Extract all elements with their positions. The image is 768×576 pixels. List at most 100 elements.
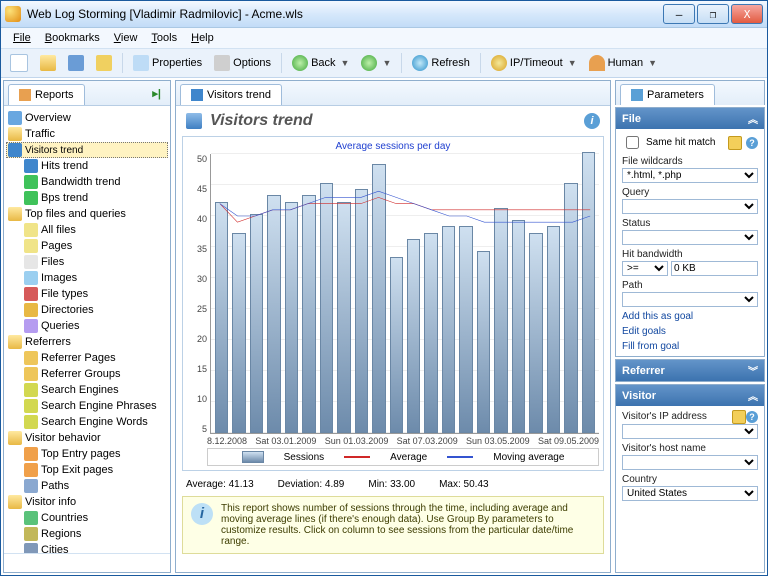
tree-item[interactable]: Paths (6, 478, 168, 494)
new-button[interactable] (5, 51, 33, 75)
help-icon[interactable]: ? (746, 411, 758, 423)
wildcards-select[interactable]: *.html, *.php (622, 168, 758, 183)
tree-item[interactable]: Images (6, 270, 168, 286)
parameters-tab[interactable]: Parameters (620, 84, 715, 105)
chart-bar[interactable] (337, 202, 350, 433)
visitor-panel-header[interactable]: Visitor︽ (616, 385, 764, 406)
chart-bar[interactable] (250, 214, 263, 433)
chart-bar[interactable] (215, 202, 228, 433)
chart-bar[interactable] (512, 220, 525, 433)
menu-view[interactable]: View (108, 30, 144, 46)
tree-item[interactable]: Top Entry pages (6, 446, 168, 462)
edit-goals-link[interactable]: Edit goals (622, 326, 758, 337)
chart-bar[interactable] (302, 195, 315, 433)
tree-item[interactable]: File types (6, 286, 168, 302)
iptimeout-button[interactable]: IP/Timeout▼ (486, 52, 582, 74)
chart-bar[interactable] (232, 233, 245, 433)
chart-bar[interactable] (477, 251, 490, 433)
tree-item[interactable]: Referrer Pages (6, 350, 168, 366)
chevron-down-icon[interactable]: ▼ (382, 58, 391, 68)
tree-item[interactable]: Traffic (6, 126, 168, 142)
back-button[interactable]: Back▼ (287, 52, 354, 74)
tree-item[interactable]: Directories (6, 302, 168, 318)
help-icon[interactable]: ? (746, 137, 758, 149)
lock-icon[interactable] (728, 136, 742, 150)
chevron-down-icon[interactable]: ▼ (648, 58, 657, 68)
chart-bar[interactable] (547, 226, 560, 433)
reports-tab[interactable]: Reports (8, 84, 85, 105)
path-select[interactable] (622, 292, 758, 307)
reports-tree[interactable]: OverviewTrafficVisitors trendHits trendB… (4, 106, 170, 553)
menu-file[interactable]: File (7, 30, 37, 46)
collapse-button[interactable]: ▸| (147, 84, 166, 103)
tree-item[interactable]: Pages (6, 238, 168, 254)
referrer-panel-header[interactable]: Referrer︾ (616, 360, 764, 381)
human-button[interactable]: Human▼ (584, 52, 662, 74)
country-select[interactable]: United States (622, 486, 758, 501)
chart-plot[interactable] (210, 154, 599, 434)
status-select[interactable] (622, 230, 758, 245)
tree-item[interactable]: Search Engines (6, 382, 168, 398)
chart-bar[interactable] (424, 233, 437, 433)
query-select[interactable] (622, 199, 758, 214)
lock-icon[interactable] (732, 410, 746, 424)
tree-item[interactable]: Bps trend (6, 190, 168, 206)
properties-button[interactable]: Properties (128, 52, 207, 74)
options-button[interactable]: Options (209, 52, 276, 74)
chart-bar[interactable] (267, 195, 280, 433)
refresh-button[interactable]: Refresh (407, 52, 475, 74)
host-select[interactable] (622, 455, 758, 470)
chart-bar[interactable] (285, 202, 298, 433)
tree-item[interactable]: Top files and queries (6, 206, 168, 222)
tree-item[interactable]: Regions (6, 526, 168, 542)
maximize-button[interactable]: ❐ (697, 4, 729, 24)
chevron-down-icon[interactable]: ▼ (568, 58, 577, 68)
open-button[interactable] (35, 52, 61, 74)
chart-bar[interactable] (494, 208, 507, 433)
menu-tools[interactable]: Tools (145, 30, 183, 46)
chart-bar[interactable] (320, 183, 333, 433)
chart-bar[interactable] (459, 226, 472, 433)
tree-item[interactable]: Queries (6, 318, 168, 334)
tree-item[interactable]: Top Exit pages (6, 462, 168, 478)
tree-item[interactable]: Countries (6, 510, 168, 526)
menu-help[interactable]: Help (185, 30, 220, 46)
chart-bar[interactable] (355, 189, 368, 433)
fill-goal-link[interactable]: Fill from goal (622, 341, 758, 352)
chart-bar[interactable] (529, 233, 542, 433)
tree-item[interactable]: Search Engine Words (6, 414, 168, 430)
chevron-down-icon[interactable]: ▼ (341, 58, 350, 68)
tree-item[interactable]: Hits trend (6, 158, 168, 174)
chart-bar[interactable] (564, 183, 577, 433)
tree-item[interactable]: Referrers (6, 334, 168, 350)
tree-item[interactable]: Files (6, 254, 168, 270)
tree-item[interactable]: Overview (6, 110, 168, 126)
title-bar[interactable]: Web Log Storming [Vladimir Radmilovic] -… (1, 1, 767, 28)
menu-bookmarks[interactable]: Bookmarks (39, 30, 106, 46)
tree-item[interactable]: Bandwidth trend (6, 174, 168, 190)
chart-bar[interactable] (442, 226, 455, 433)
same-hit-checkbox[interactable] (626, 136, 639, 149)
info-icon[interactable]: i (584, 113, 600, 129)
file-panel-header[interactable]: File︽ (616, 108, 764, 129)
visitors-trend-tab[interactable]: Visitors trend (180, 84, 282, 105)
tree-item[interactable]: Visitor info (6, 494, 168, 510)
tree-item[interactable]: Referrer Groups (6, 366, 168, 382)
chart-bar[interactable] (390, 257, 403, 433)
tree-item[interactable]: Search Engine Phrases (6, 398, 168, 414)
chart-bar[interactable] (407, 239, 420, 433)
save-button[interactable] (63, 52, 89, 74)
tree-item[interactable]: Visitor behavior (6, 430, 168, 446)
bandwidth-input[interactable] (671, 261, 758, 276)
chart-bar[interactable] (582, 152, 595, 433)
forward-button[interactable]: ▼ (356, 52, 396, 74)
ip-select[interactable] (622, 424, 758, 439)
tree-item[interactable]: All files (6, 222, 168, 238)
close-button[interactable]: X (731, 4, 763, 24)
add-goal-link[interactable]: Add this as goal (622, 311, 758, 322)
tree-item[interactable]: Cities (6, 542, 168, 553)
minimize-button[interactable]: — (663, 4, 695, 24)
bandwidth-op-select[interactable]: >= (622, 261, 668, 276)
tree-item[interactable]: Visitors trend (6, 142, 168, 158)
chart-bar[interactable] (372, 164, 385, 433)
